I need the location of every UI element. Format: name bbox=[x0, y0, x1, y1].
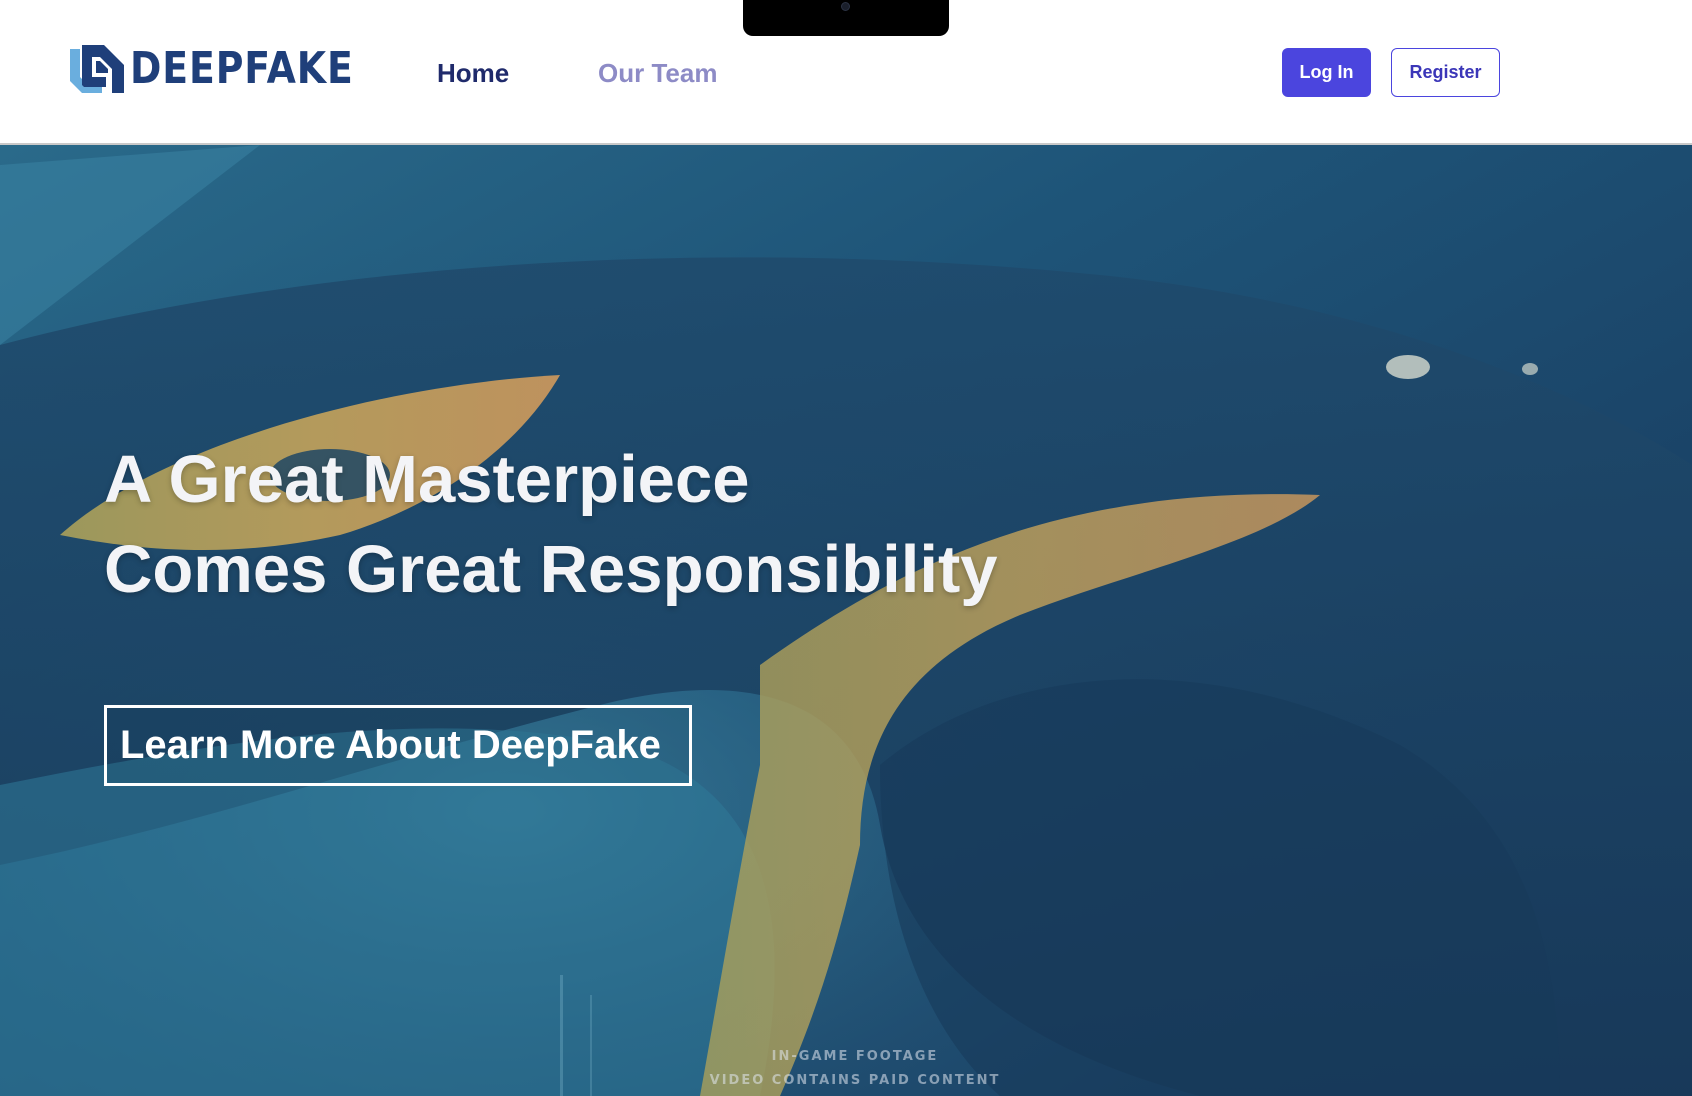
brand-name: DEEPFAKE bbox=[130, 43, 354, 94]
hero-headline-line-1: A Great Masterpiece bbox=[104, 442, 750, 517]
overlay-line-1: IN-GAME FOOTAGE bbox=[771, 1049, 939, 1064]
hero-section: A Great Masterpiece Comes Great Responsi… bbox=[0, 145, 1692, 1096]
register-button[interactable]: Register bbox=[1391, 48, 1500, 97]
hero-background-image bbox=[0, 145, 1692, 1096]
nav-link-our-team[interactable]: Our Team bbox=[598, 55, 717, 91]
overlay-line-2: VIDEO CONTAINS PAID CONTENT bbox=[709, 1073, 1001, 1088]
nav-link-home[interactable]: Home bbox=[437, 55, 509, 91]
hero-headline: A Great Masterpiece Comes Great Responsi… bbox=[104, 435, 998, 615]
deepfake-logo-icon bbox=[70, 45, 124, 93]
video-overlay-caption: IN-GAME FOOTAGE VIDEO CONTAINS PAID CONT… bbox=[620, 1045, 1090, 1093]
brand-logo[interactable]: DEEPFAKE bbox=[68, 43, 390, 95]
camera-icon bbox=[841, 2, 850, 11]
device-notch bbox=[743, 0, 949, 36]
hero-headline-line-2: Comes Great Responsibility bbox=[104, 532, 998, 607]
learn-more-button[interactable]: Learn More About DeepFake bbox=[104, 705, 692, 786]
login-button[interactable]: Log In bbox=[1282, 48, 1371, 97]
browser-viewport: DEEPFAKE Home Our Team Log In Register A… bbox=[0, 0, 1692, 1096]
